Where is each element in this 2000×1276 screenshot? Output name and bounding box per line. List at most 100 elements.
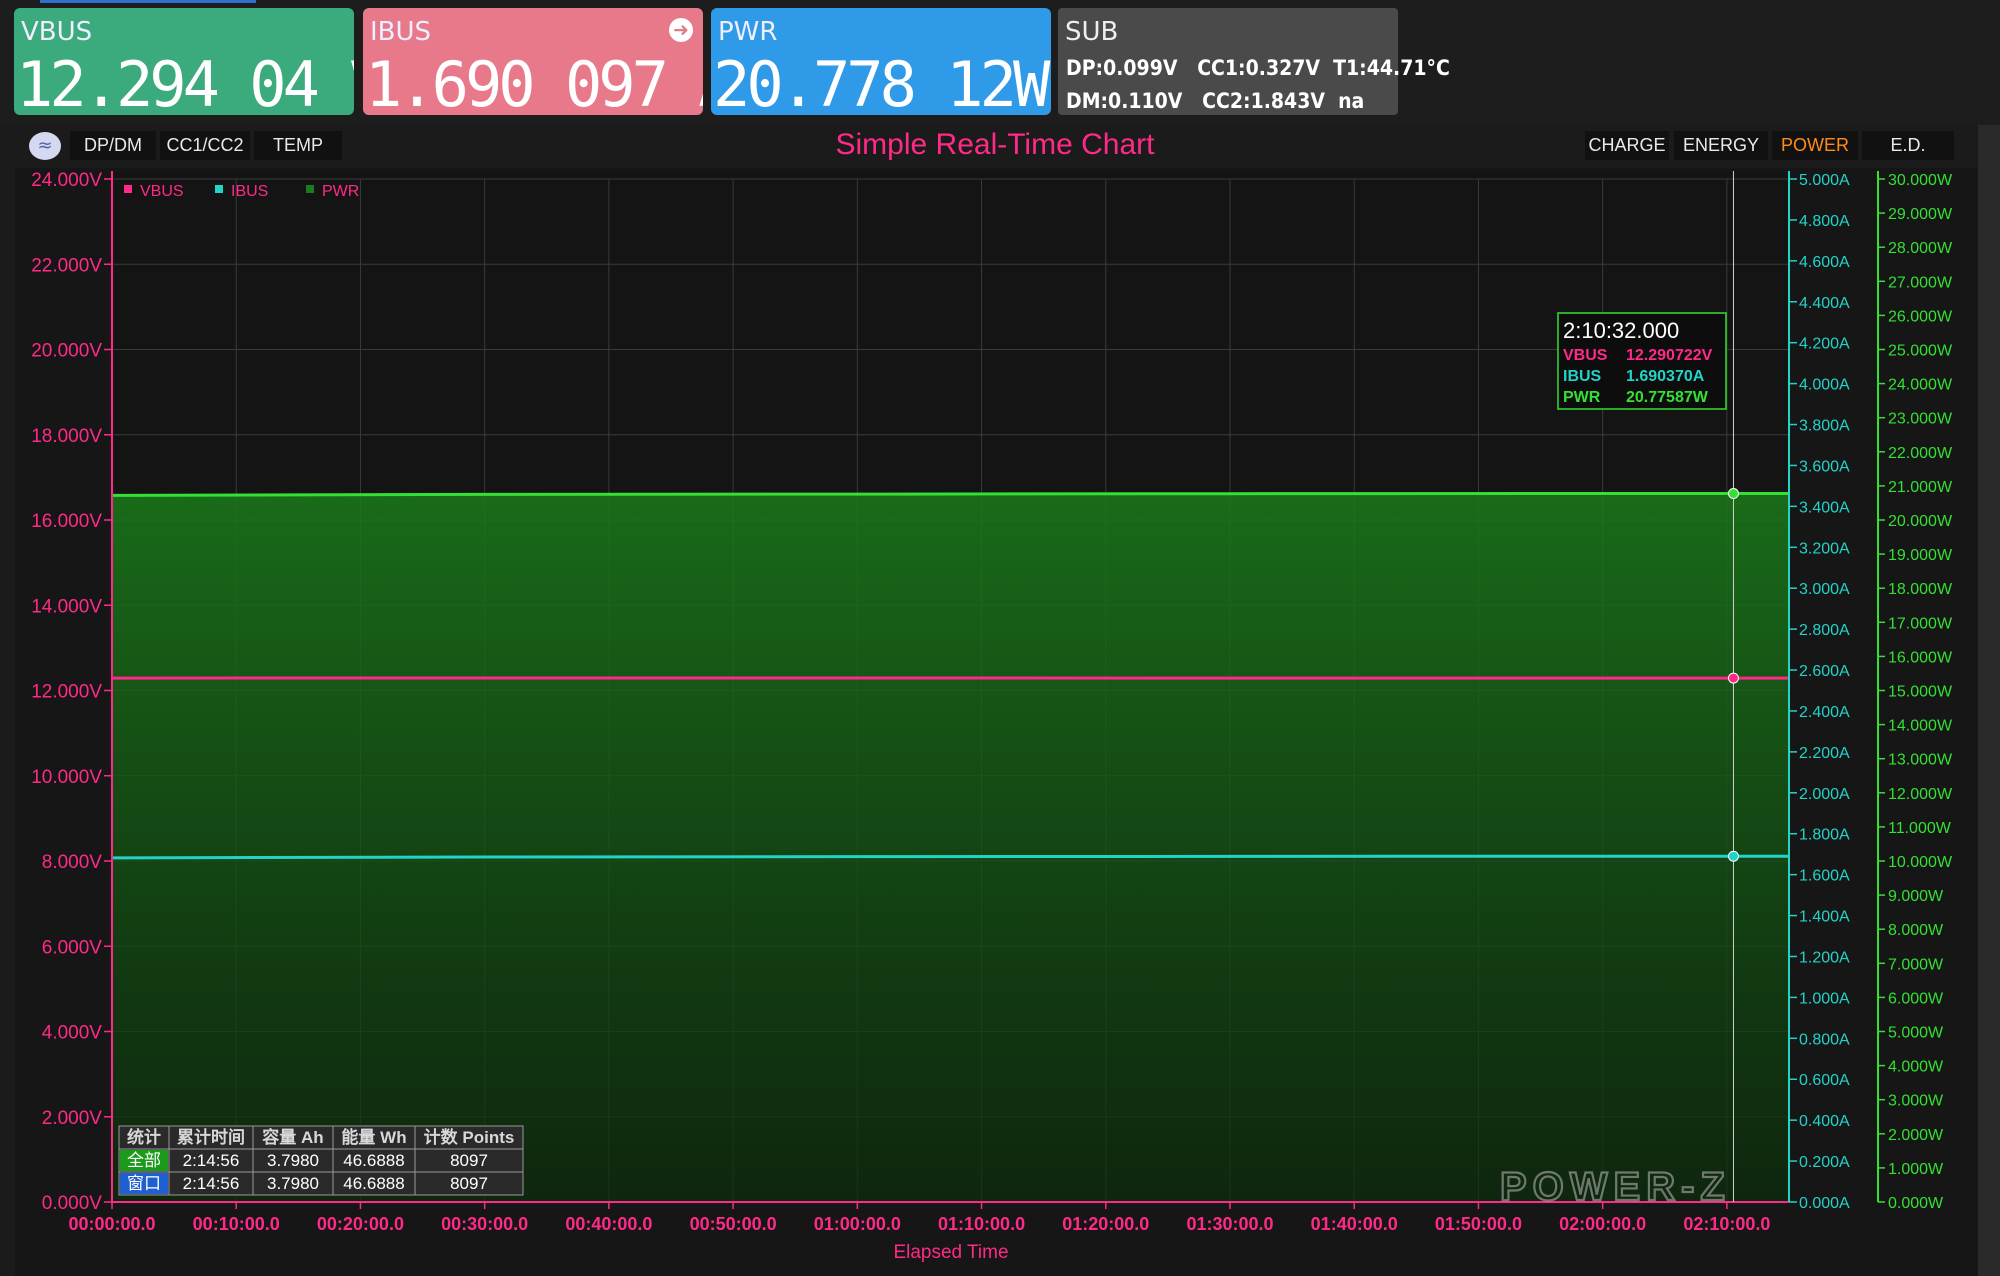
y-mid-tick-label: 2.600A [1799,663,1850,680]
y-right-tick-label: 26.000W [1888,308,1953,325]
x-tick-label: 02:00:00.0 [1559,1214,1646,1234]
stats-header-cell: 累计时间 [177,1127,245,1147]
legend-label-vbus: VBUS [140,183,184,200]
x-tick-label: 01:40:00.0 [1311,1214,1398,1234]
stats-header-cell: 计数 Points [424,1127,515,1147]
y-right-tick-label: 4.000W [1888,1059,1944,1076]
x-tick-label: 00:00:00.0 [68,1214,155,1234]
y-right-tick-label: 23.000W [1888,411,1953,428]
y-right-tick-label: 22.000W [1888,445,1953,462]
y-mid-tick-label: 4.000A [1799,377,1850,394]
y-right-tick-label: 20.000W [1888,513,1953,530]
y-right-tick-label: 8.000W [1888,922,1944,939]
y-mid-tick-label: 4.400A [1799,295,1850,312]
y-mid-tick-label: 0.400A [1799,1113,1850,1130]
y-mid-tick-label: 4.600A [1799,254,1850,271]
y-right-tick-label: 27.000W [1888,274,1953,291]
y-left-tick-label: 4.000V [42,1023,103,1044]
y-right-tick-label: 2.000W [1888,1127,1944,1144]
legend-swatch-pwr [306,185,314,193]
y-mid-tick-label: 5.000A [1799,172,1850,189]
y-right-tick-label: 10.000W [1888,854,1953,871]
y-mid-tick-label: 3.800A [1799,418,1850,435]
x-tick-label: 01:30:00.0 [1186,1214,1273,1234]
y-mid-tick-label: 4.800A [1799,213,1850,230]
y-right-tick-label: 19.000W [1888,547,1953,564]
cursor-time: 2:10:32.000 [1563,318,1679,343]
y-right-tick-label: 6.000W [1888,990,1944,1007]
y-mid-tick-label: 1.600A [1799,868,1850,885]
y-mid-tick-label: 0.600A [1799,1072,1850,1089]
x-tick-label: 00:50:00.0 [690,1214,777,1234]
y-mid-tick-label: 2.800A [1799,622,1850,639]
y-right-tick-label: 25.000W [1888,343,1953,360]
x-tick-label: 02:10:00.0 [1683,1214,1770,1234]
stats-cell: 46.6888 [343,1174,404,1193]
y-mid-tick-label: 0.800A [1799,1031,1850,1048]
y-right-tick-label: 9.000W [1888,888,1944,905]
y-right-tick-label: 16.000W [1888,649,1953,666]
stats-cell: 2:14:56 [183,1174,240,1193]
y-right-tick-label: 17.000W [1888,615,1953,632]
cursor-row-value: 1.690370A [1626,368,1705,385]
y-mid-tick-label: 3.400A [1799,499,1850,516]
y-right-tick-label: 18.000W [1888,581,1953,598]
stats-cell: 3.7980 [267,1151,319,1170]
y-left-tick-label: 20.000V [31,341,102,362]
y-right-tick-label: 1.000W [1888,1161,1944,1178]
legend-swatch-ibus [215,185,223,193]
cursor-row-value: 12.290722V [1626,347,1713,364]
y-mid-tick-label: 4.200A [1799,336,1850,353]
y-mid-tick-label: 0.000A [1799,1195,1850,1212]
y-mid-tick-label: 1.400A [1799,909,1850,926]
y-mid-tick-label: 1.000A [1799,990,1850,1007]
y-mid-tick-label: 3.200A [1799,540,1850,557]
cursor-row-name: IBUS [1563,368,1602,385]
legend-label-pwr: PWR [322,183,359,200]
stats-cell: 8097 [450,1174,488,1193]
y-left-tick-label: 2.000V [42,1108,103,1129]
x-tick-label: 01:20:00.0 [1062,1214,1149,1234]
stats-table: 统计 累计时间 容量 Ah 能量 Wh 计数 Points 全部 2:14:56 3.7980… [118,1125,524,1196]
y-right-tick-label: 24.000W [1888,377,1953,394]
series-line-ibus [111,854,1789,860]
cursor-row-name: VBUS [1563,347,1608,364]
y-right-tick-label: 7.000W [1888,956,1944,973]
y-mid-tick-label: 2.400A [1799,704,1850,721]
cursor-row-value: 20.77587W [1626,389,1709,406]
y-left-tick-label: 24.000V [31,170,102,191]
y-right-tick-label: 13.000W [1888,752,1953,769]
y-right-tick-label: 21.000W [1888,479,1953,496]
y-mid-tick-label: 1.800A [1799,827,1850,844]
power-z-logo: POWER-Z [1499,1164,1731,1210]
stats-cell: 窗口 [127,1174,161,1193]
y-right-tick-label: 15.000W [1888,684,1953,701]
watermark-text: POWER-Z [1500,1165,1731,1209]
cursor-row-name: PWR [1563,389,1601,406]
realtime-chart[interactable]: 0.000V 2.000V 4.000V 6.000V 8.000V 10.000V 12.… [0,0,2000,1276]
x-tick-label: 00:20:00.0 [317,1214,404,1234]
y-mid-tick-label: 3.000A [1799,581,1850,598]
stats-header-cell: 统计 [127,1127,161,1147]
legend-swatch-vbus [124,185,132,193]
y-mid-tick-label: 0.200A [1799,1154,1850,1171]
y-right-tick-label: 12.000W [1888,786,1953,803]
y-right-tick-label: 5.000W [1888,1025,1944,1042]
y-right-tick-label: 29.000W [1888,206,1953,223]
x-tick-label: 01:10:00.0 [938,1214,1025,1234]
stats-cell: 3.7980 [267,1174,319,1193]
x-tick-label: 01:50:00.0 [1435,1214,1522,1234]
y-right-tick-label: 3.000W [1888,1093,1944,1110]
cursor-marker-pwr [1727,488,1739,500]
y-mid-tick-label: 3.600A [1799,458,1850,475]
y-mid-tick-label: 2.000A [1799,786,1850,803]
x-tick-label: 01:00:00.0 [814,1214,901,1234]
y-left-tick-label: 12.000V [31,682,102,703]
y-right-tick-label: 14.000W [1888,718,1953,735]
x-axis-label: Elapsed Time [893,1242,1008,1263]
stats-cell: 2:14:56 [183,1151,240,1170]
y-left-tick-label: 8.000V [42,852,103,873]
y-mid-tick-label: 2.200A [1799,745,1850,762]
legend-label-ibus: IBUS [231,183,268,200]
legend: VBUS IBUS PWR [124,183,359,200]
